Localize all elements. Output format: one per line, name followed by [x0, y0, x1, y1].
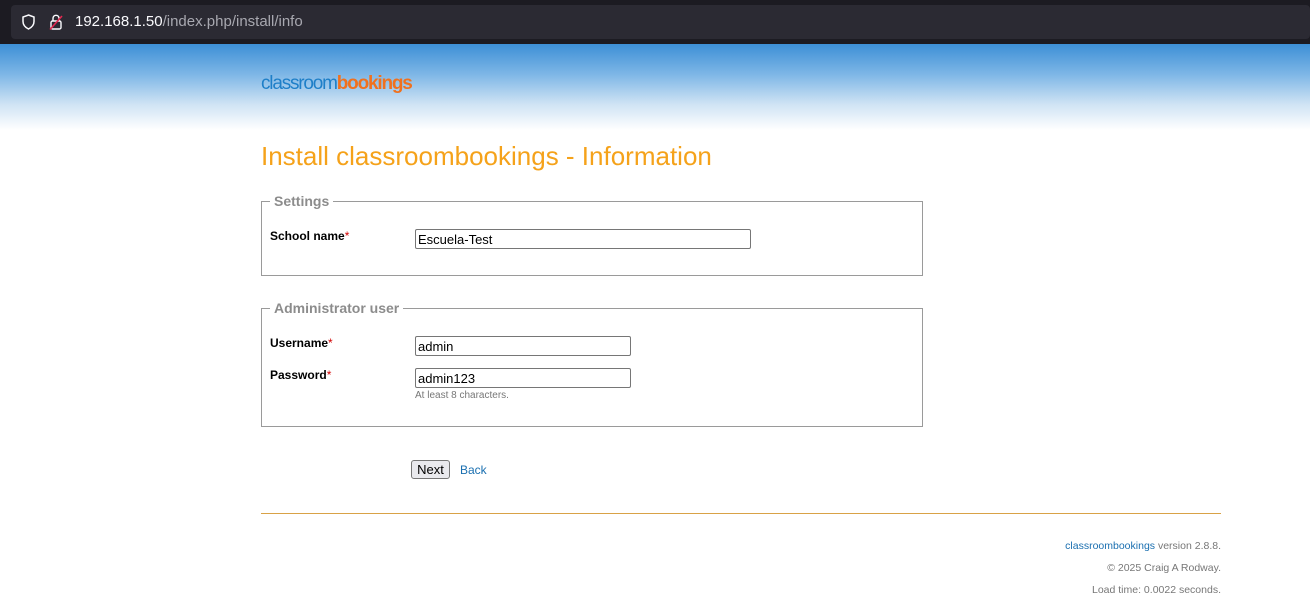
back-link[interactable]: Back [460, 463, 487, 477]
password-input[interactable] [415, 368, 631, 388]
logo-part-classroom: classroom [261, 73, 338, 94]
footer-divider [261, 513, 1221, 514]
username-input[interactable] [415, 336, 631, 356]
school-name-label-text: School name [270, 229, 345, 243]
footer-version: classroombookings version 2.8.8. [1065, 540, 1221, 552]
footer-version-text: version 2.8.8. [1155, 540, 1221, 552]
password-label-text: Password [270, 368, 327, 382]
footer-app-link[interactable]: classroombookings [1065, 540, 1155, 552]
username-label-text: Username [270, 336, 329, 350]
next-button[interactable]: Next [411, 460, 450, 479]
url-text[interactable]: 192.168.1.50/index.php/install/info [75, 13, 303, 31]
admin-user-fieldset: Administrator user [261, 300, 923, 427]
password-label: Password* [270, 368, 331, 382]
password-hint: At least 8 characters. [415, 390, 509, 401]
footer-copyright: © 2025 Craig A Rodway. [1107, 562, 1221, 574]
logo-part-bookings: bookings [336, 73, 413, 94]
required-marker: * [328, 336, 333, 350]
required-marker: * [326, 368, 332, 382]
shield-icon[interactable] [21, 14, 36, 30]
school-name-label: School name* [270, 229, 349, 243]
url-bar[interactable]: 192.168.1.50/index.php/install/info [11, 5, 1310, 39]
footer-load-time: Load time: 0.0022 seconds. [1091, 584, 1221, 596]
admin-user-legend: Administrator user [274, 300, 400, 316]
url-path: /index.php/install/info [162, 13, 303, 30]
url-host: 192.168.1.50 [75, 13, 163, 30]
header-band [0, 44, 1310, 130]
page-title: Install classroombookings - Information [261, 141, 712, 171]
site-logo[interactable]: classroombookings [261, 73, 413, 95]
required-marker: * [344, 229, 350, 243]
settings-legend: Settings [274, 193, 330, 209]
browser-toolbar: 192.168.1.50/index.php/install/info [0, 0, 1310, 44]
lock-icon[interactable] [48, 13, 64, 31]
username-label: Username* [270, 336, 333, 350]
school-name-input[interactable] [415, 229, 751, 249]
